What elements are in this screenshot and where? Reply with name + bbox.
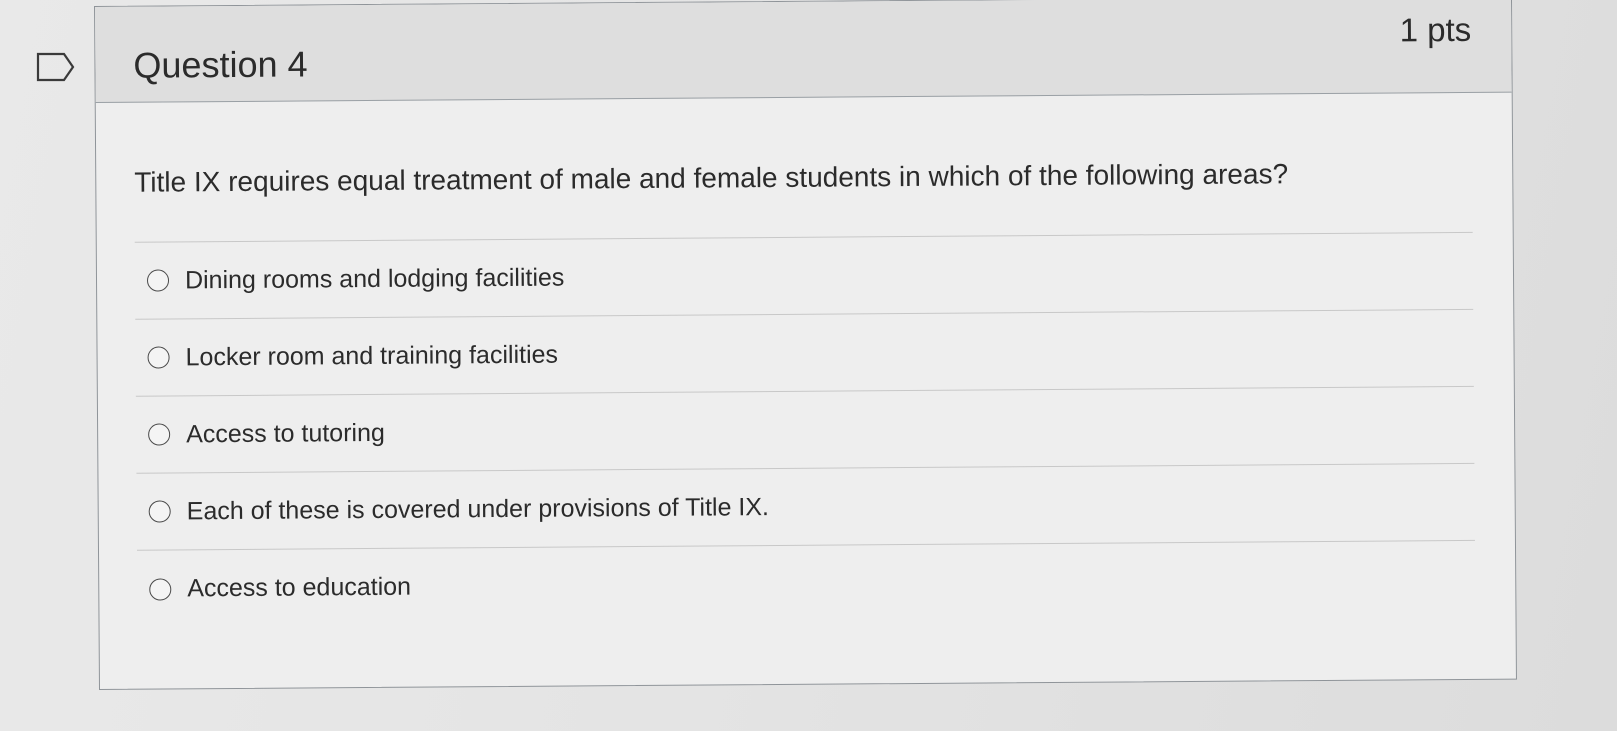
question-points: 1 pts: [1399, 10, 1472, 49]
answer-label: Access to tutoring: [186, 418, 385, 448]
answer-label: Dining rooms and lodging facilities: [184, 263, 565, 294]
question-header: Question 4 1 pts: [95, 0, 1512, 103]
radio-button[interactable]: [147, 346, 170, 369]
answer-option[interactable]: Each of these is covered under provision…: [136, 463, 1475, 551]
answer-label: Each of these is covered under provision…: [186, 492, 770, 525]
radio-button[interactable]: [148, 423, 171, 446]
quiz-page: Question 4 1 pts Title IX requires equal…: [0, 0, 1617, 731]
answer-option[interactable]: Locker room and training facilities: [135, 309, 1474, 397]
answer-option[interactable]: Access to tutoring: [135, 386, 1475, 474]
radio-button[interactable]: [146, 269, 170, 292]
answer-list: Dining rooms and lodging facilities Lock…: [134, 231, 1476, 628]
question-title: Question 4: [133, 43, 308, 86]
answer-option[interactable]: Dining rooms and lodging facilities: [134, 232, 1474, 320]
radio-button[interactable]: [149, 577, 172, 601]
answer-label: Locker room and training facilities: [185, 340, 559, 371]
question-card: Question 4 1 pts Title IX requires equal…: [94, 0, 1517, 690]
answer-label: Access to education: [187, 572, 412, 603]
answer-option[interactable]: Access to education: [137, 541, 1476, 628]
question-text: Title IX requires equal treatment of mal…: [134, 158, 1289, 198]
radio-button[interactable]: [148, 500, 171, 523]
flag-question-icon[interactable]: [36, 52, 76, 82]
question-body: Title IX requires equal treatment of mal…: [96, 93, 1516, 628]
